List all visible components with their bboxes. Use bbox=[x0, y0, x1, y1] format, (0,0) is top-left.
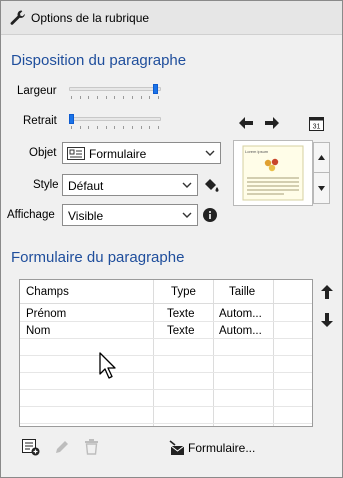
form-toolbar: Formulaire... bbox=[1, 433, 342, 463]
column-header-fields[interactable]: Champs bbox=[20, 280, 153, 303]
cell-field: Prénom bbox=[26, 308, 67, 320]
width-slider-ticks bbox=[71, 96, 159, 100]
preview-title: Lorem ipsum bbox=[245, 149, 269, 154]
cell-type: Texte bbox=[167, 308, 195, 320]
table-row-empty[interactable] bbox=[20, 408, 312, 424]
display-select-value: Visible bbox=[68, 209, 104, 223]
display-select[interactable]: Visible bbox=[62, 204, 198, 226]
wrench-icon bbox=[10, 10, 25, 25]
column-header-type[interactable]: Type bbox=[165, 280, 213, 303]
cell-field: Nom bbox=[26, 325, 51, 337]
table-header: Champs Type Taille bbox=[20, 280, 312, 304]
column-header-size[interactable]: Taille bbox=[223, 280, 273, 303]
indent-slider-ticks bbox=[71, 126, 159, 130]
style-label: Style bbox=[33, 179, 59, 191]
indent-slider-thumb[interactable] bbox=[69, 114, 74, 124]
style-select[interactable]: Défaut bbox=[62, 174, 198, 196]
object-select-value: Formulaire bbox=[89, 147, 147, 161]
trash-icon[interactable] bbox=[81, 438, 101, 456]
width-slider-thumb[interactable] bbox=[153, 84, 159, 94]
form-fields-table[interactable]: Champs Type Taille Prénom Texte Autom...… bbox=[19, 279, 313, 427]
width-slider-track[interactable] bbox=[69, 87, 161, 91]
form-settings-button[interactable]: Formulaire... bbox=[169, 438, 255, 458]
form-mail-icon bbox=[169, 440, 185, 455]
calendar-icon[interactable]: 31 bbox=[308, 115, 324, 131]
add-field-icon[interactable] bbox=[21, 438, 41, 456]
indent-label: Retrait bbox=[23, 115, 57, 127]
chevron-down-icon bbox=[182, 212, 192, 218]
caret-down-icon bbox=[318, 185, 325, 191]
paragraph-preview[interactable]: Lorem ipsum bbox=[233, 140, 313, 206]
caret-up-icon bbox=[318, 155, 325, 160]
cell-size: Autom... bbox=[219, 325, 262, 337]
display-label: Affichage bbox=[7, 209, 55, 221]
form-settings-label: Formulaire... bbox=[188, 441, 256, 455]
rubric-options-panel: Options de la rubrique Disposition du pa… bbox=[0, 0, 343, 478]
arrow-left-icon[interactable] bbox=[238, 115, 254, 131]
spinner-down-button[interactable] bbox=[314, 173, 329, 203]
cell-type: Texte bbox=[167, 325, 195, 337]
form-section-title: Formulaire du paragraphe bbox=[11, 249, 185, 266]
spinner-up-button[interactable] bbox=[314, 143, 329, 173]
info-icon[interactable] bbox=[202, 207, 218, 223]
object-select[interactable]: Formulaire bbox=[62, 142, 221, 164]
table-row-empty[interactable] bbox=[20, 391, 312, 407]
table-row-empty[interactable] bbox=[20, 340, 312, 356]
width-label: Largeur bbox=[17, 85, 57, 97]
layout-section-title: Disposition du paragraphe bbox=[11, 52, 187, 69]
paint-bucket-icon[interactable] bbox=[201, 175, 221, 195]
chevron-down-icon bbox=[205, 150, 215, 156]
arrow-down-icon[interactable] bbox=[319, 312, 335, 328]
arrow-up-icon[interactable] bbox=[319, 284, 335, 300]
object-label: Objet bbox=[29, 147, 57, 159]
cell-size: Autom... bbox=[219, 308, 262, 320]
arrow-right-icon[interactable] bbox=[264, 115, 280, 131]
edit-pencil-icon[interactable] bbox=[52, 438, 72, 456]
calendar-day: 31 bbox=[312, 123, 320, 130]
indent-slider-track[interactable] bbox=[69, 117, 161, 121]
form-icon bbox=[67, 147, 85, 160]
panel-titlebar: Options de la rubrique bbox=[1, 1, 342, 35]
table-row[interactable]: Nom Texte Autom... bbox=[20, 323, 312, 339]
chevron-down-icon bbox=[182, 182, 192, 188]
table-row-empty[interactable] bbox=[20, 357, 312, 373]
table-row[interactable]: Prénom Texte Autom... bbox=[20, 306, 312, 322]
preview-spinner bbox=[313, 142, 330, 204]
style-select-value: Défaut bbox=[68, 179, 104, 193]
table-row-empty[interactable] bbox=[20, 374, 312, 390]
mouse-cursor-icon bbox=[99, 352, 116, 379]
panel-title: Options de la rubrique bbox=[31, 11, 150, 25]
